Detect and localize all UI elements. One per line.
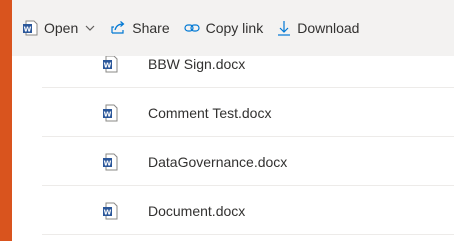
word-doc-icon: W [103,104,118,121]
svg-text:W: W [104,110,112,118]
file-row[interactable]: W DataGovernance.docx [42,138,454,186]
file-name[interactable]: Document.docx [148,203,245,219]
copy-link-label: Copy link [205,20,264,36]
download-button[interactable]: Download [277,12,359,44]
file-name[interactable]: DataGovernance.docx [148,154,287,170]
svg-text:W: W [104,208,112,216]
svg-text:W: W [104,61,112,69]
chevron-down-icon[interactable] [84,22,96,34]
link-icon [184,20,200,36]
file-name[interactable]: Comment Test.docx [148,105,271,121]
svg-text:W: W [24,25,32,33]
file-list-panel: W BBW Sign.docx W Comment Test.docx W Da… [12,0,454,241]
word-doc-icon: W [103,55,118,72]
word-doc-icon: W [103,202,118,219]
command-bar: W Open Share Copy link Download [12,0,454,56]
share-icon [110,20,126,36]
share-button[interactable]: Share [110,12,170,44]
open-button[interactable]: W Open [22,12,96,44]
share-label: Share [132,20,170,36]
svg-text:W: W [104,159,112,167]
copy-link-button[interactable]: Copy link [184,12,264,44]
word-doc-icon: W [103,153,118,170]
open-label: Open [44,20,79,36]
file-name[interactable]: BBW Sign.docx [148,56,245,72]
file-row[interactable]: W Comment Test.docx [42,89,454,137]
download-label: Download [297,20,360,36]
file-row[interactable]: W Document.docx [42,187,454,235]
download-icon [277,20,291,36]
word-doc-icon: W [22,20,38,36]
